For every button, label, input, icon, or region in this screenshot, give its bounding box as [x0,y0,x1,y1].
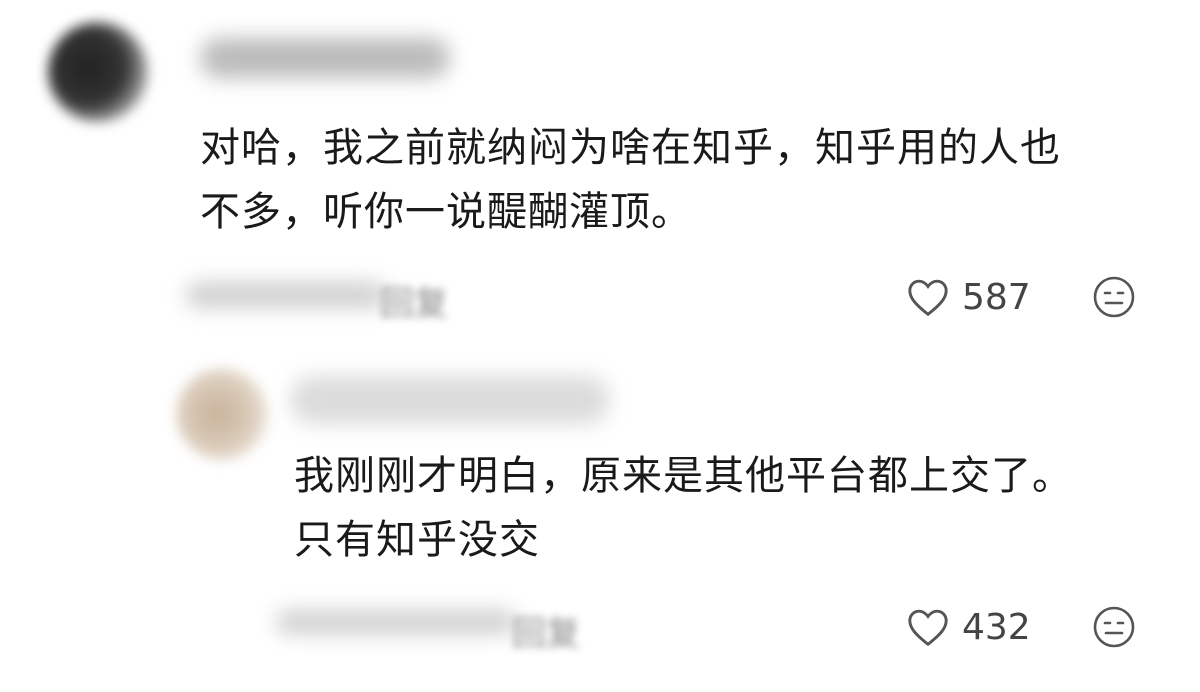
heart-outline-icon [908,609,948,647]
comment-2: 我刚刚才明白，原来是其他平台都上交了。 只有知乎没交 回复 432 [0,340,1200,692]
heart-outline-icon [908,279,948,317]
timestamp-blurred [186,282,386,308]
comment-text-line: 对哈，我之前就纳闷为啥在知乎，知乎用的人也 [200,125,1061,171]
username-blurred[interactable] [290,376,610,424]
comment-1: 对哈，我之前就纳闷为啥在知乎，知乎用的人也 不多，听你一说醍醐灌顶。 回复 58… [0,0,1200,340]
reply-button[interactable]: 回复 [512,606,580,655]
comment-text-line: 只有知乎没交 [294,517,540,563]
comment-actions: 587 [906,276,1135,318]
reply-button[interactable]: 回复 [380,276,448,325]
avatar[interactable] [48,22,148,122]
comment-text: 我刚刚才明白，原来是其他平台都上交了。 只有知乎没交 [294,444,1073,572]
timestamp-blurred [276,610,516,634]
like-count: 432 [962,606,1031,648]
username-blurred[interactable] [200,38,450,78]
neutral-face-icon[interactable] [1093,606,1135,648]
like-count: 587 [962,276,1031,318]
neutral-face-icon[interactable] [1093,276,1135,318]
like-button[interactable]: 432 [906,607,1031,648]
comment-actions: 432 [906,606,1135,648]
avatar[interactable] [176,368,268,460]
comment-text-line: 不多，听你一说醍醐灌顶。 [200,189,692,235]
comment-text: 对哈，我之前就纳闷为啥在知乎，知乎用的人也 不多，听你一说醍醐灌顶。 [200,116,1061,244]
like-button[interactable]: 587 [906,277,1031,318]
comment-text-line: 我刚刚才明白，原来是其他平台都上交了。 [294,453,1073,499]
